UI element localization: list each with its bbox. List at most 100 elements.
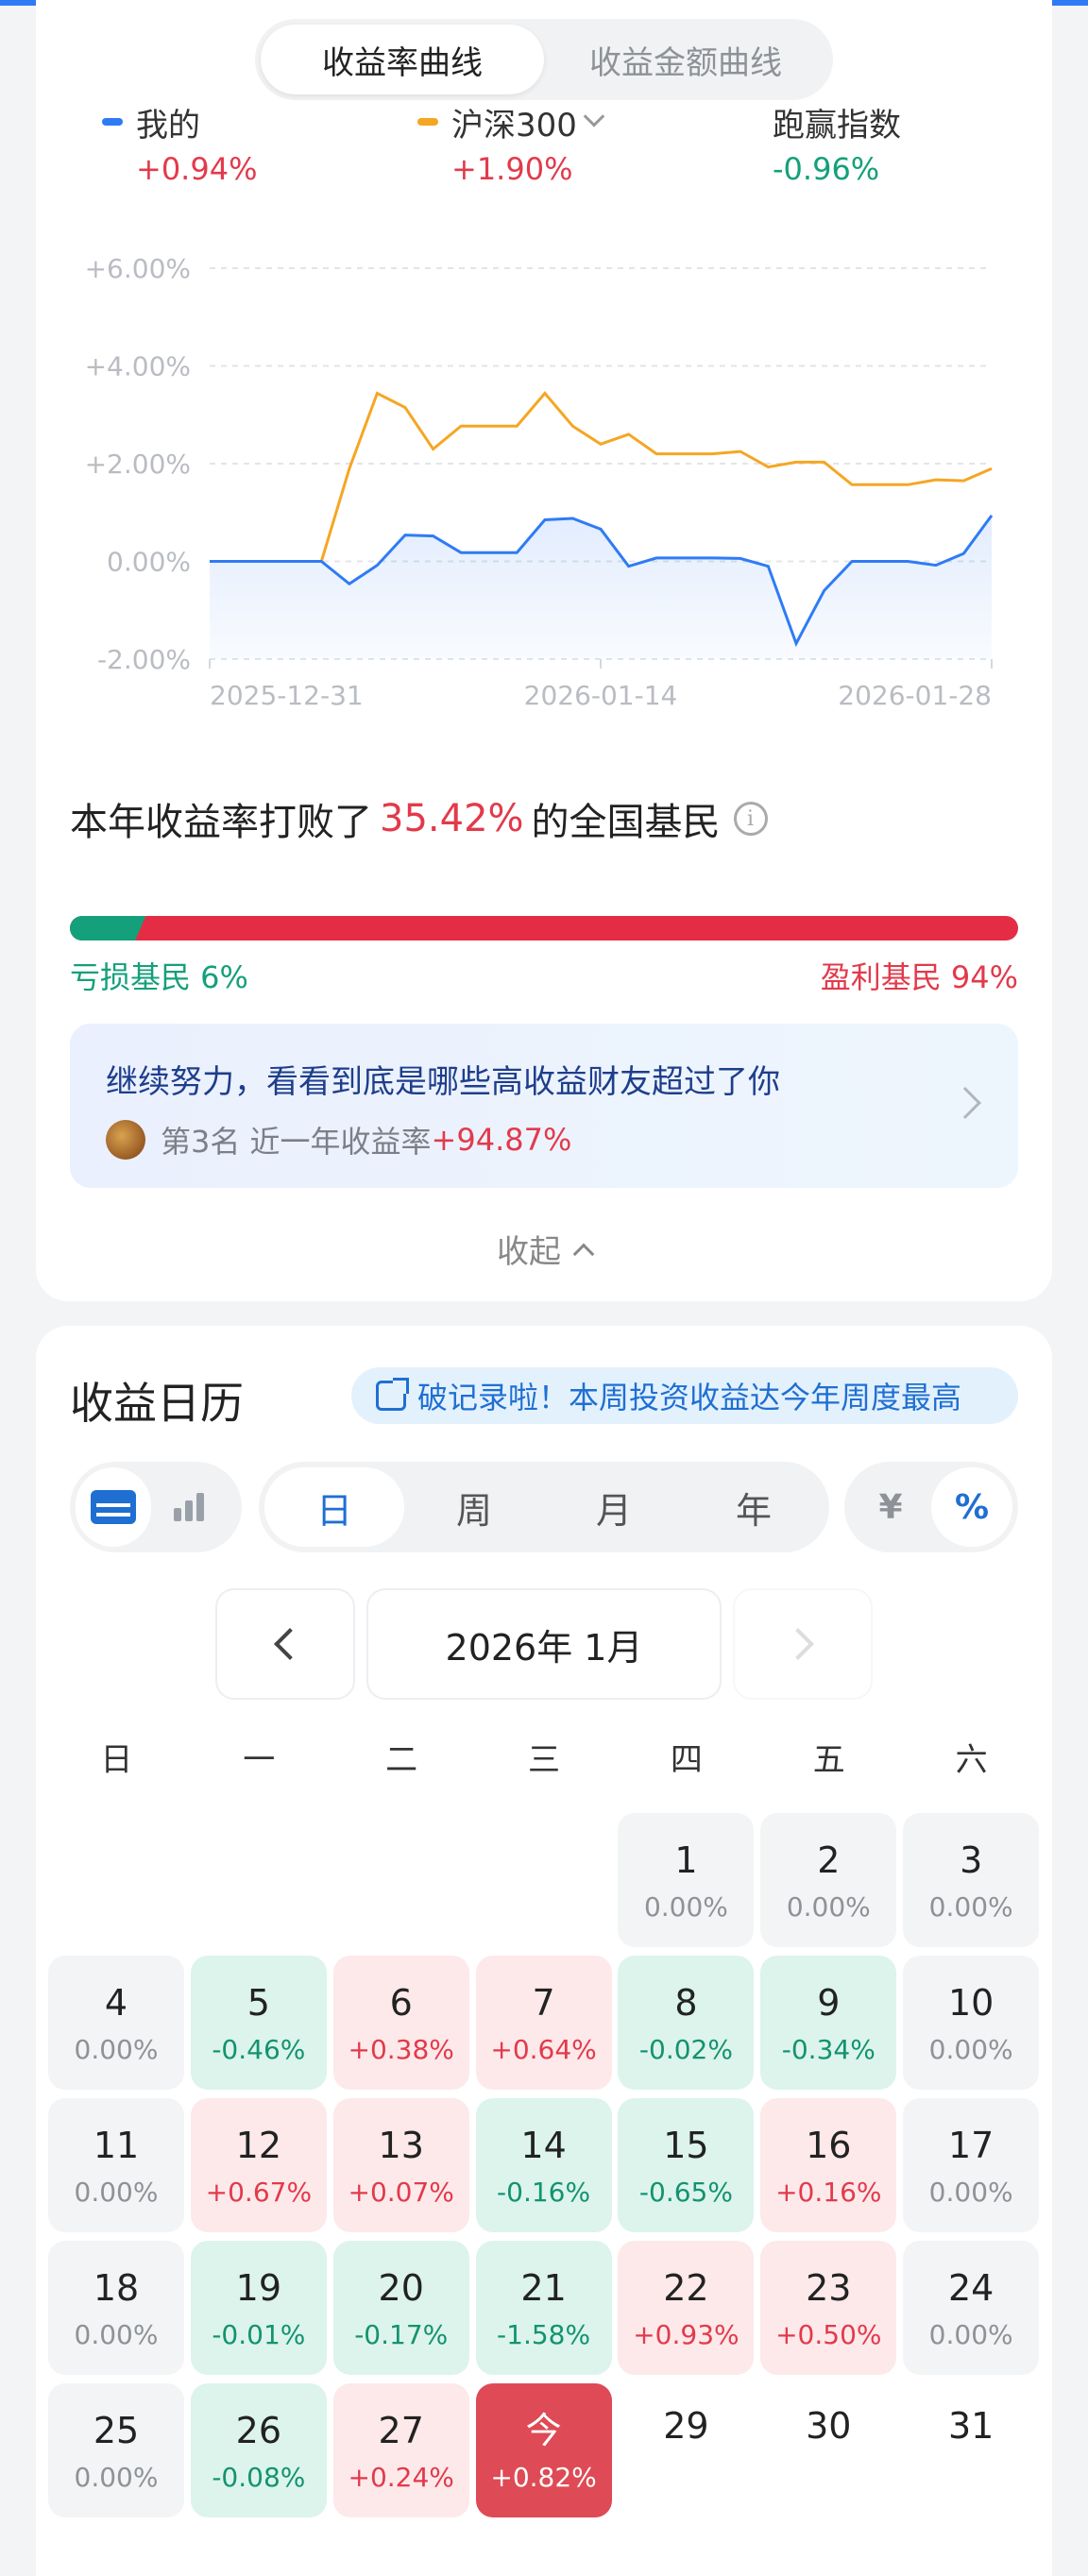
calendar-day[interactable]: 1 0.00% bbox=[618, 1813, 755, 1947]
tab-week[interactable]: 周 bbox=[404, 1467, 544, 1547]
calendar-day[interactable]: 4 0.00% bbox=[48, 1956, 184, 2090]
weekday-sat: 六 bbox=[955, 1741, 988, 1779]
unit-percent-button[interactable]: % bbox=[931, 1467, 1012, 1547]
calendar-day[interactable]: 11 0.00% bbox=[48, 2098, 184, 2232]
calendar-day[interactable]: 9 -0.34% bbox=[760, 1956, 897, 2090]
calendar-day[interactable]: 16 +0.16% bbox=[760, 2098, 897, 2232]
day-return: 0.00% bbox=[928, 2033, 1013, 2065]
day-return: +0.24% bbox=[348, 2461, 454, 2493]
calendar-day[interactable]: 8 -0.02% bbox=[618, 1956, 755, 2090]
calendar-day[interactable]: 17 0.00% bbox=[903, 2098, 1040, 2232]
chevron-down-icon bbox=[583, 106, 605, 127]
day-number: 22 bbox=[663, 2266, 709, 2309]
unit-toggle: ¥ % bbox=[844, 1462, 1018, 1552]
weekday-header: 日 一 二 三 四 五 六 bbox=[45, 1734, 1043, 1780]
record-text: 破记录啦！本周投资收益达今年周度最高 bbox=[417, 1380, 962, 1415]
tab-year[interactable]: 年 bbox=[684, 1467, 824, 1547]
record-banner[interactable]: 破记录啦！本周投资收益达今年周度最高 bbox=[351, 1367, 1018, 1424]
calendar-day[interactable]: 6 +0.38% bbox=[332, 1956, 469, 2090]
weekday-thu: 四 bbox=[670, 1741, 703, 1779]
day-return: -0.16% bbox=[497, 2176, 591, 2208]
calendar-view-button[interactable] bbox=[76, 1467, 151, 1547]
beat-summary: 本年收益率打败了 35.42% 的全国基民 i bbox=[70, 791, 768, 846]
month-label[interactable]: 2026年 1月 bbox=[366, 1588, 722, 1700]
calendar-day[interactable]: 26 -0.08% bbox=[190, 2383, 327, 2517]
day-number: 5 bbox=[246, 1981, 270, 2024]
day-return: -1.58% bbox=[497, 2318, 591, 2350]
day-return: +0.38% bbox=[348, 2033, 454, 2065]
tab-return-amount-curve[interactable]: 收益金额曲线 bbox=[544, 25, 827, 94]
mine-series-dot-icon bbox=[102, 118, 123, 126]
y-tick-label: +4.00% bbox=[85, 351, 191, 382]
day-number: 11 bbox=[93, 2124, 140, 2166]
day-number: 14 bbox=[520, 2124, 567, 2166]
profit-loss-bar bbox=[70, 916, 1018, 941]
legend-index[interactable]: 沪深300 +1.90% bbox=[417, 98, 605, 187]
weekday-mon: 一 bbox=[243, 1741, 276, 1779]
calendar-day[interactable]: 14 -0.16% bbox=[475, 2098, 612, 2232]
day-return: +0.07% bbox=[348, 2176, 454, 2208]
calendar-day[interactable]: 18 0.00% bbox=[48, 2241, 184, 2375]
calendar-day[interactable]: 5 -0.46% bbox=[190, 1956, 327, 2090]
leaderboard-promo[interactable]: 继续努力，看看到底是哪些高收益财友超过了你 第3名 近一年收益率 +94.87% bbox=[70, 1024, 1018, 1188]
calendar-day[interactable]: 10 0.00% bbox=[903, 1956, 1040, 2090]
legend-index-value: +1.90% bbox=[451, 151, 573, 187]
calendar-day[interactable]: 3 0.00% bbox=[903, 1813, 1040, 1947]
calendar-day[interactable]: 7 +0.64% bbox=[475, 1956, 612, 2090]
weekday-fri: 五 bbox=[812, 1741, 845, 1779]
calendar-day[interactable]: 21 -1.58% bbox=[475, 2241, 612, 2375]
unit-amount-button[interactable]: ¥ bbox=[850, 1467, 931, 1547]
calendar-day[interactable]: 2 0.00% bbox=[760, 1813, 897, 1947]
calendar-icon bbox=[91, 1490, 136, 1524]
prev-month-button[interactable] bbox=[215, 1588, 355, 1700]
return-line-chart: +6.00% +4.00% +2.00% 0.00% -2.00% 2025-12-31… bbox=[85, 253, 994, 711]
chevron-up-icon bbox=[572, 1243, 595, 1264]
info-icon[interactable]: i bbox=[733, 802, 768, 836]
day-number: 19 bbox=[235, 2266, 282, 2309]
calendar-day[interactable]: 23 +0.50% bbox=[760, 2241, 897, 2375]
calendar-day-today[interactable]: 今 +0.82% bbox=[475, 2383, 612, 2517]
calendar-day[interactable]: 15 -0.65% bbox=[618, 2098, 755, 2232]
collapse-button[interactable]: 收起 bbox=[36, 1226, 1052, 1272]
profit-loss-labels: 亏损基民 6% 盈利基民 94% bbox=[70, 954, 1018, 997]
chevron-left-icon bbox=[274, 1628, 306, 1660]
day-number: 16 bbox=[806, 2124, 852, 2166]
day-number: 8 bbox=[674, 1981, 698, 2024]
beat-suffix: 的全国基民 bbox=[531, 801, 721, 844]
day-return: 0.00% bbox=[928, 2318, 1013, 2350]
day-number: 29 bbox=[663, 2405, 709, 2447]
day-number: 12 bbox=[235, 2124, 282, 2166]
day-number: 13 bbox=[378, 2124, 424, 2166]
calendar-day[interactable]: 22 +0.93% bbox=[618, 2241, 755, 2375]
calendar-day[interactable]: 13 +0.07% bbox=[332, 2098, 469, 2232]
calendar-title: 收益日历 bbox=[70, 1378, 244, 1429]
day-return: 0.00% bbox=[928, 1890, 1013, 1923]
calendar-day[interactable]: 19 -0.01% bbox=[190, 2241, 327, 2375]
day-number: 9 bbox=[817, 1981, 841, 2024]
calendar-day[interactable]: 27 +0.24% bbox=[332, 2383, 469, 2517]
beat-percent: 35.42% bbox=[380, 797, 524, 840]
day-number: 10 bbox=[947, 1981, 994, 2024]
day-number: 27 bbox=[378, 2409, 424, 2451]
day-number: 25 bbox=[93, 2409, 140, 2451]
calendar-day[interactable]: 25 0.00% bbox=[48, 2383, 184, 2517]
promo-rank-row: 第3名 近一年收益率 +94.87% bbox=[106, 1118, 571, 1161]
bar-view-button[interactable] bbox=[151, 1467, 227, 1547]
legend-outperform-value: -0.96% bbox=[773, 151, 880, 187]
view-toggle bbox=[70, 1462, 242, 1552]
profit-calendar-card: 收益日历 破记录啦！本周投资收益达今年周度最高 日 周 月 年 ¥ % 2026… bbox=[36, 1326, 1052, 2576]
index-series-dot-icon bbox=[417, 118, 438, 126]
calendar-day[interactable]: 12 +0.67% bbox=[190, 2098, 327, 2232]
day-return: -0.01% bbox=[212, 2318, 306, 2350]
tab-month[interactable]: 月 bbox=[544, 1467, 684, 1547]
day-number: 30 bbox=[806, 2405, 852, 2447]
tab-return-rate-curve[interactable]: 收益率曲线 bbox=[261, 25, 544, 94]
day-return: 0.00% bbox=[74, 2461, 159, 2493]
next-month-button[interactable] bbox=[733, 1588, 873, 1700]
collapse-label: 收起 bbox=[497, 1233, 561, 1271]
calendar-day[interactable]: 20 -0.17% bbox=[332, 2241, 469, 2375]
calendar-day: 29 bbox=[618, 2383, 754, 2517]
calendar-day[interactable]: 24 0.00% bbox=[903, 2241, 1040, 2375]
day-return: +0.82% bbox=[490, 2461, 597, 2493]
tab-day[interactable]: 日 bbox=[264, 1467, 404, 1547]
